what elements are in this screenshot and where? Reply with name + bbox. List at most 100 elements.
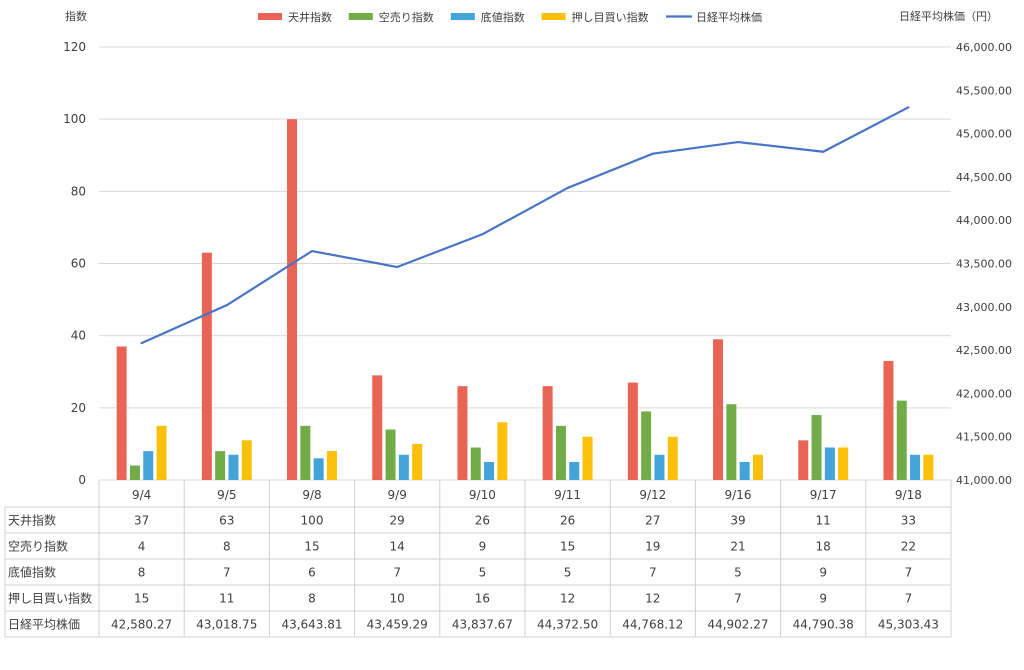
table-cell: 10 xyxy=(390,592,405,606)
table-cell: 43,643.81 xyxy=(281,618,342,632)
table-cell: 44,768.12 xyxy=(622,618,683,632)
bar-oshime-2 xyxy=(326,451,337,480)
left-axis-tick-label: 80 xyxy=(71,184,86,198)
nikkei-point-5 xyxy=(566,186,569,190)
bar-oshime-9 xyxy=(923,454,934,480)
bar-karauri-3 xyxy=(385,429,396,480)
table-cell: 63 xyxy=(219,514,234,528)
table-cell: 42,580.27 xyxy=(111,618,172,632)
table-cell: 12 xyxy=(560,592,575,606)
bar-karauri-1 xyxy=(215,451,226,480)
table-cell: 19 xyxy=(645,540,660,554)
legend: 天井指数 空売り指数 底値指数 押し目買い指数 日経平均株価 xyxy=(258,10,762,24)
legend-swatch xyxy=(348,13,373,20)
right-axis-title: 日経平均株価（円） xyxy=(899,9,998,23)
table-cell: 7 xyxy=(223,566,231,580)
bar-tenjo-9 xyxy=(883,360,894,480)
table-cell: 15 xyxy=(560,540,575,554)
category-label: 9/11 xyxy=(554,488,581,502)
bar-oshime-0 xyxy=(156,425,167,480)
table-cell: 4 xyxy=(138,540,146,554)
nikkei-point-4 xyxy=(481,233,484,236)
bar-tenjo-1 xyxy=(201,252,212,480)
right-axis-tick-label: 43,500.00 xyxy=(956,258,1012,271)
table-cell: 39 xyxy=(730,514,745,528)
bar-oshime-8 xyxy=(838,447,849,480)
table-row-header: 底値指数 xyxy=(8,565,56,580)
table-cell: 7 xyxy=(734,592,742,606)
table-cell: 29 xyxy=(390,514,405,528)
bar-karauri-6 xyxy=(641,411,652,480)
bar-sokone-5 xyxy=(569,461,580,480)
right-axis-tick-label: 42,000.00 xyxy=(956,387,1012,400)
bar-tenjo-3 xyxy=(372,375,383,480)
legend-swatch xyxy=(450,13,475,20)
table-cell: 15 xyxy=(304,540,319,554)
table-cell: 8 xyxy=(223,540,231,554)
category-label: 9/9 xyxy=(388,488,407,502)
bar-karauri-9 xyxy=(896,400,907,480)
category-label: 9/16 xyxy=(725,488,752,502)
bar-tenjo-8 xyxy=(798,440,809,480)
nikkei-point-6 xyxy=(651,152,654,155)
right-axis-tick-label: 43,000.00 xyxy=(956,301,1012,314)
right-axis-tick-label: 45,500.00 xyxy=(956,84,1012,97)
table-cell: 16 xyxy=(475,592,490,606)
nikkei-point-0 xyxy=(140,342,143,345)
nikkei-point-9 xyxy=(907,106,910,109)
table-cell: 7 xyxy=(905,566,913,580)
table-cell: 44,902.27 xyxy=(707,618,768,632)
table-cell: 14 xyxy=(390,540,405,554)
bar-tenjo-7 xyxy=(713,339,724,480)
nikkei-point-7 xyxy=(736,140,740,144)
combo-chart: 0 20 40 60 80 100 120 41,000.00 41,500.00 42,000.… xyxy=(4,9,1012,638)
category-label: 9/18 xyxy=(895,488,922,502)
table-cell: 27 xyxy=(645,514,660,528)
bar-tenjo-6 xyxy=(627,382,638,480)
category-label: 9/10 xyxy=(469,488,496,502)
bar-tenjo-2 xyxy=(287,119,298,481)
table-cell: 9 xyxy=(479,540,487,554)
left-axis-tick-label: 60 xyxy=(71,257,86,271)
table-cell: 5 xyxy=(564,566,572,580)
legend-label: 空売り指数 xyxy=(379,10,434,24)
table-cell: 26 xyxy=(560,514,575,528)
table-cell: 43,018.75 xyxy=(196,618,257,632)
table-cell: 26 xyxy=(475,514,490,528)
nikkei-point-3 xyxy=(396,265,399,269)
left-axis-tick-label: 0 xyxy=(78,473,86,487)
bar-sokone-1 xyxy=(228,454,239,480)
table-cell: 12 xyxy=(645,592,660,606)
legend-label: 押し目買い指数 xyxy=(572,10,649,24)
left-axis-tick-label: 20 xyxy=(71,401,86,415)
bar-karauri-5 xyxy=(555,425,566,480)
left-axis-title: 指数 xyxy=(65,9,87,23)
bar-oshime-1 xyxy=(241,440,252,480)
legend-swatch xyxy=(541,13,566,20)
category-label: 9/4 xyxy=(132,488,151,502)
bar-karauri-0 xyxy=(129,465,140,480)
table-cell: 5 xyxy=(734,566,742,580)
bar-tenjo-4 xyxy=(457,386,468,480)
table-row-header: 天井指数 xyxy=(8,513,56,528)
table-cell: 44,790.38 xyxy=(793,618,854,632)
category-label: 9/12 xyxy=(639,488,666,502)
table-cell: 21 xyxy=(730,540,745,554)
table-cell: 11 xyxy=(219,592,234,606)
right-axis-tick-label: 42,500.00 xyxy=(956,344,1012,357)
table-cell: 22 xyxy=(901,540,916,554)
table-cell: 11 xyxy=(816,514,831,528)
category-label: 9/8 xyxy=(302,488,321,502)
bar-karauri-4 xyxy=(470,447,481,480)
table-cell: 6 xyxy=(308,566,316,580)
table-cell: 37 xyxy=(134,514,149,528)
table-cell: 33 xyxy=(901,514,916,528)
table-row-header: 日経平均株価 xyxy=(8,617,80,632)
right-axis-tick-label: 41,500.00 xyxy=(956,431,1012,444)
legend-label: 底値指数 xyxy=(481,10,525,24)
table-cell: 45,303.43 xyxy=(878,618,939,632)
table-cell: 18 xyxy=(816,540,831,554)
nikkei-point-1 xyxy=(225,304,228,307)
left-axis-tick-label: 40 xyxy=(71,329,86,343)
table-cell: 9 xyxy=(819,566,827,580)
